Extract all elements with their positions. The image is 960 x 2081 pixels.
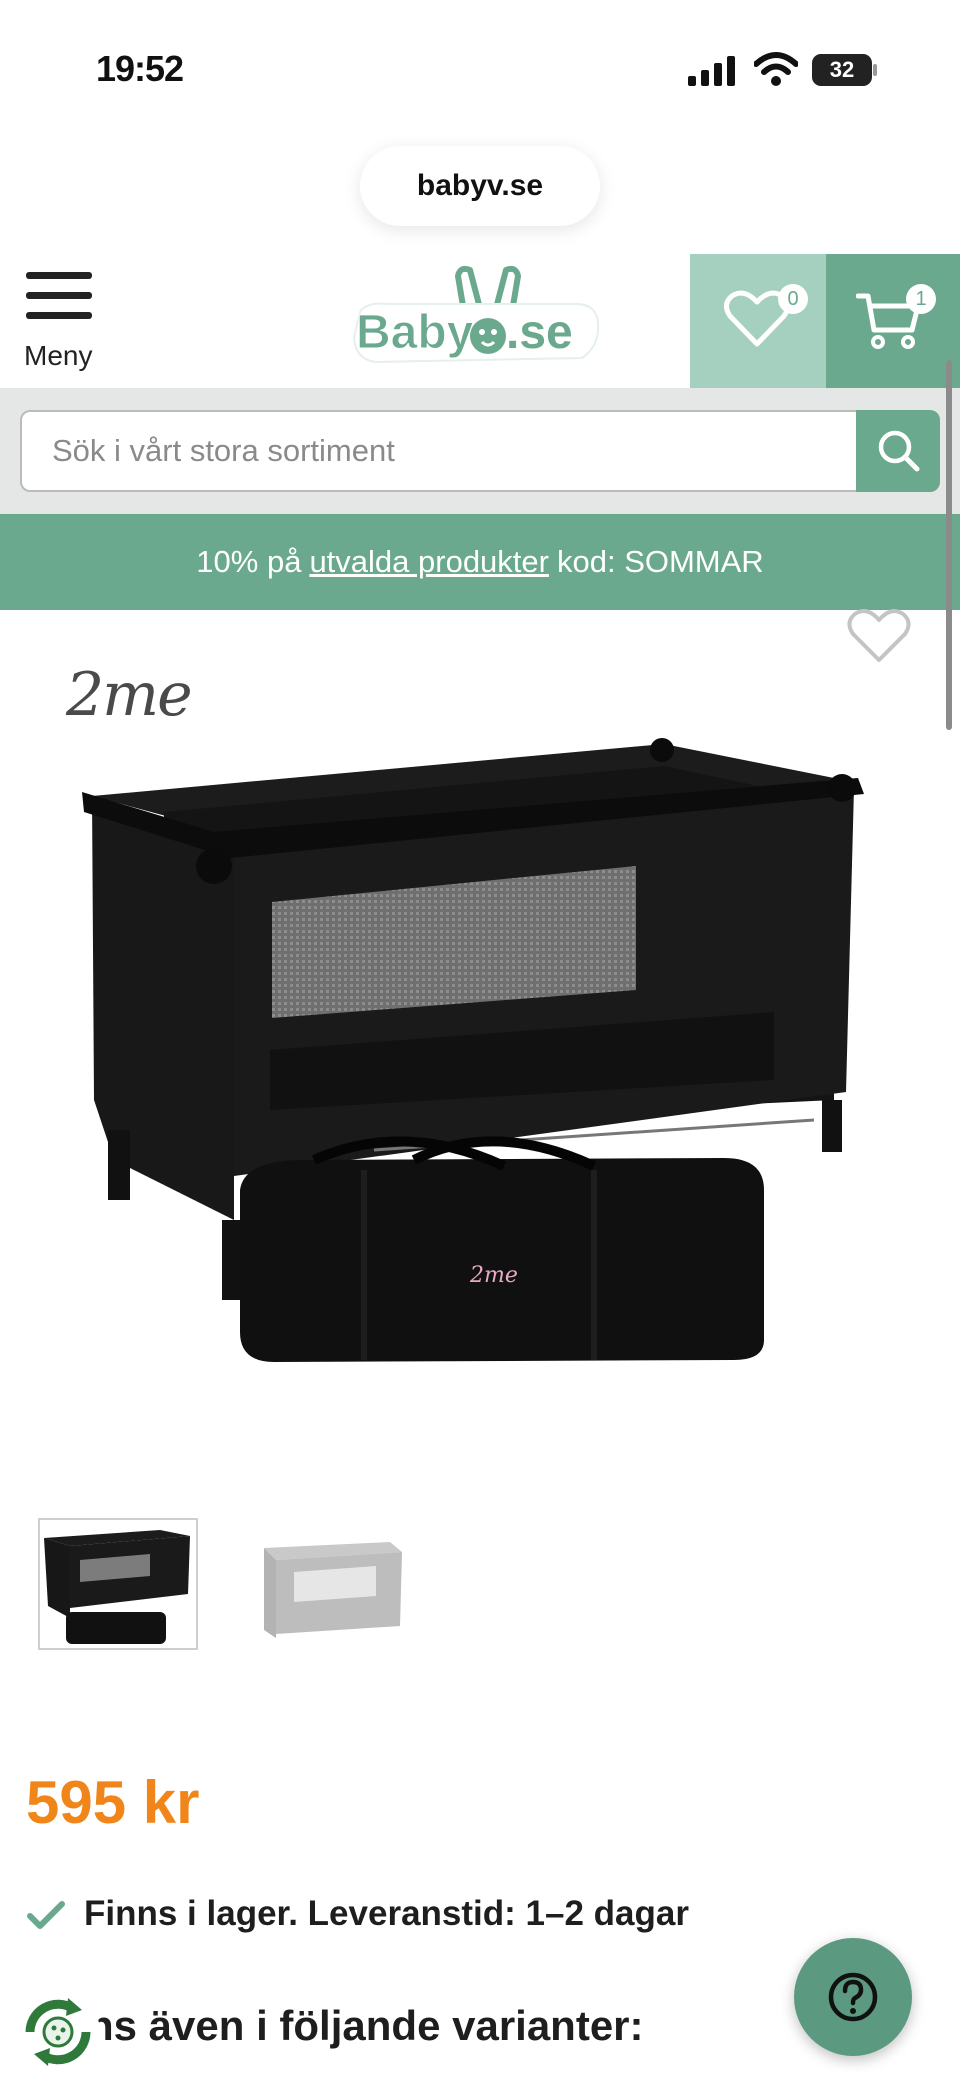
stock-status: Finns i lager. Leveranstid: 1–2 dagar <box>84 1894 689 1933</box>
thumbnail-1[interactable] <box>38 1518 198 1650</box>
thumbnail-grey-crib-image <box>264 1542 402 1638</box>
promo-prefix: 10% på <box>196 544 302 579</box>
thumbnail-2[interactable] <box>252 1530 412 1648</box>
wishlist-count-badge: 0 <box>778 284 808 314</box>
help-button[interactable] <box>794 1938 912 2056</box>
variants-heading: ns även i följande varianter: <box>88 2002 644 2049</box>
cellular-signal-icon <box>688 56 735 86</box>
search-input[interactable]: Sök i vårt stora sortiment <box>20 410 856 492</box>
recycle-icon[interactable] <box>16 1990 100 2074</box>
battery-level: 32 <box>829 57 855 82</box>
search-icon <box>878 430 920 472</box>
menu-button[interactable]: Meny <box>20 268 100 378</box>
search-button[interactable] <box>856 410 940 492</box>
promo-link[interactable]: utvalda produkter <box>309 544 549 580</box>
svg-text:.se: .se <box>506 306 573 359</box>
scrollbar[interactable] <box>946 360 952 730</box>
product-image[interactable]: 2me <box>74 720 888 1368</box>
cart-button[interactable]: 1 <box>826 254 960 388</box>
wifi-icon <box>754 52 798 86</box>
svg-text:Baby: Baby <box>356 306 474 359</box>
cart-count-badge: 1 <box>906 284 936 314</box>
thumbnail-crib-image <box>44 1530 190 1644</box>
promo-code: kod: SOMMAR <box>556 544 764 579</box>
favorite-heart-icon[interactable] <box>846 606 912 666</box>
menu-label: Meny <box>24 340 93 371</box>
check-icon <box>27 1901 65 1929</box>
battery-icon: 32 <box>812 54 878 86</box>
status-time: 19:52 <box>96 48 184 89</box>
wishlist-button[interactable]: 0 <box>690 254 826 388</box>
svg-text:2me: 2me <box>469 1263 518 1288</box>
question-icon <box>828 1972 878 2022</box>
babyv-logo[interactable]: Baby .se <box>346 262 610 374</box>
address-bar[interactable]: babyv.se <box>360 146 600 226</box>
url-text: babyv.se <box>416 169 544 202</box>
promo-banner: 10% på utvalda produkter kod: SOMMAR <box>0 514 960 610</box>
product-price: 595 kr <box>26 1769 200 1836</box>
